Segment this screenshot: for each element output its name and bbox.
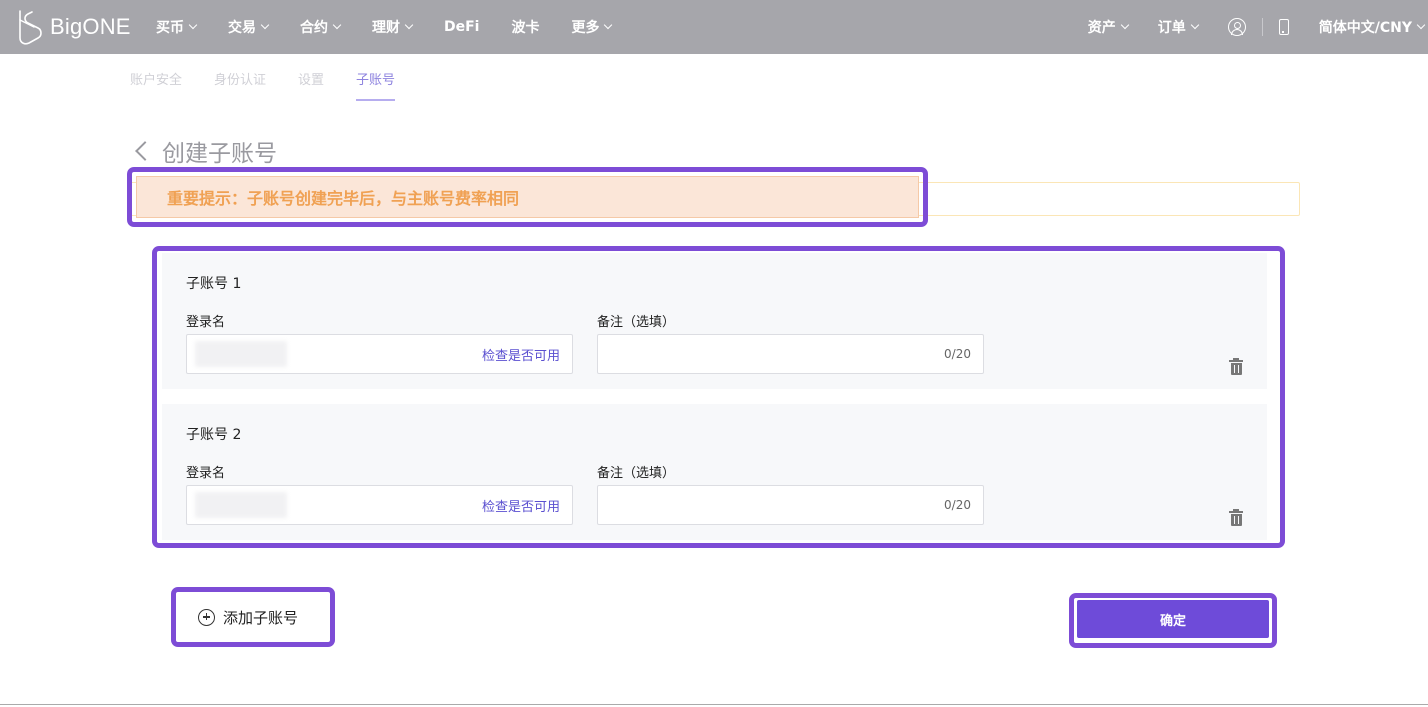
tab-sub-accounts[interactable]: 子账号	[356, 54, 396, 102]
nav-defi[interactable]: DeFi	[444, 19, 479, 35]
sub-account-card: 子账号 1 登录名 备注（选填） 检查是否可用 0/20	[162, 253, 1267, 389]
tab-identity-verification[interactable]: 身份认证	[214, 54, 266, 102]
add-sub-account-label: 添加子账号	[223, 608, 299, 627]
nav-label: 交易	[228, 20, 256, 36]
notice-text: 重要提示：子账号创建完毕后，与主账号费率相同	[167, 189, 520, 208]
login-name-input[interactable]: 检查是否可用	[186, 334, 573, 374]
sub-account-title: 子账号 1	[186, 276, 242, 292]
chevron-down-icon	[1190, 20, 1199, 30]
trash-icon[interactable]	[1229, 358, 1243, 375]
nav-buy-crypto[interactable]: 买币	[156, 17, 198, 37]
sub-account-title: 子账号 2	[186, 427, 242, 443]
chevron-down-icon	[404, 20, 414, 30]
brand-logo[interactable]: BigONE	[16, 8, 131, 46]
note-label: 备注（选填）	[597, 315, 676, 330]
nav-label: 订单	[1157, 20, 1186, 36]
main-menu: 买币 交易 合约 理财 DeFi 波卡 更多	[156, 0, 643, 54]
note-char-counter: 0/20	[944, 347, 971, 361]
nav-trade[interactable]: 交易	[228, 17, 270, 37]
nav-label: DeFi	[444, 19, 480, 35]
nav-label: 资产	[1087, 20, 1116, 36]
notice-box: 重要提示：子账号创建完毕后，与主账号费率相同	[136, 176, 919, 218]
login-name-label: 登录名	[186, 466, 226, 481]
login-name-input[interactable]: 检查是否可用	[186, 485, 573, 525]
language-selector[interactable]: 简体中文/CNY	[1318, 17, 1426, 37]
nav-label: 合约	[300, 20, 328, 36]
plus-circle-icon	[198, 608, 215, 626]
confirm-button[interactable]: 确定	[1077, 600, 1269, 638]
language-label: 简体中文/CNY	[1318, 20, 1412, 36]
chevron-down-icon	[188, 20, 198, 30]
nav-label: 波卡	[511, 20, 540, 36]
note-input[interactable]: 0/20	[597, 334, 984, 374]
brand-name: BigONE	[50, 14, 131, 39]
nav-label: 更多	[571, 20, 600, 36]
chevron-down-icon	[1416, 20, 1426, 30]
note-label: 备注（选填）	[597, 466, 676, 481]
user-icon[interactable]	[1227, 18, 1246, 36]
nav-polkadot[interactable]: 波卡	[511, 17, 539, 37]
nav-divider	[1261, 18, 1263, 36]
chevron-down-icon	[332, 20, 342, 30]
nav-orders[interactable]: 订单	[1157, 17, 1199, 37]
add-sub-account-button[interactable]: 添加子账号	[178, 594, 328, 640]
login-name-value-blurred	[195, 492, 287, 518]
note-char-counter: 0/20	[944, 498, 971, 512]
tab-settings[interactable]: 设置	[298, 54, 324, 102]
phone-icon[interactable]	[1278, 19, 1289, 35]
page-title: 创建子账号	[162, 141, 277, 167]
note-input[interactable]: 0/20	[597, 485, 984, 525]
page-bottom-divider	[0, 704, 1428, 705]
nav-contract[interactable]: 合约	[300, 17, 342, 37]
chevron-down-icon	[260, 20, 270, 30]
login-name-label: 登录名	[186, 315, 226, 330]
trash-icon[interactable]	[1229, 509, 1243, 526]
nav-more[interactable]: 更多	[571, 17, 613, 37]
logo-icon	[19, 10, 42, 45]
top-nav: BigONE 买币 交易 合约 理财 DeFi 波卡 更多 资产 订单 简体中文…	[0, 0, 1428, 54]
back-arrow-icon[interactable]	[135, 141, 155, 161]
sub-account-card: 子账号 2 登录名 备注（选填） 检查是否可用 0/20	[162, 404, 1267, 540]
page-header: 创建子账号	[132, 134, 277, 168]
check-availability-link[interactable]: 检查是否可用	[482, 335, 560, 373]
check-availability-link[interactable]: 检查是否可用	[482, 486, 560, 524]
nav-label: 买币	[156, 20, 184, 36]
tab-account-security[interactable]: 账户安全	[130, 54, 182, 102]
chevron-down-icon	[1120, 20, 1129, 30]
account-tabs: 账户安全 身份认证 设置 子账号	[130, 54, 427, 102]
nav-finance[interactable]: 理财	[372, 17, 414, 37]
login-name-value-blurred	[195, 341, 287, 367]
nav-assets[interactable]: 资产	[1087, 17, 1129, 37]
nav-label: 理财	[372, 20, 400, 36]
user-menu: 资产 订单 简体中文/CNY	[1088, 0, 1428, 54]
chevron-down-icon	[604, 20, 613, 30]
